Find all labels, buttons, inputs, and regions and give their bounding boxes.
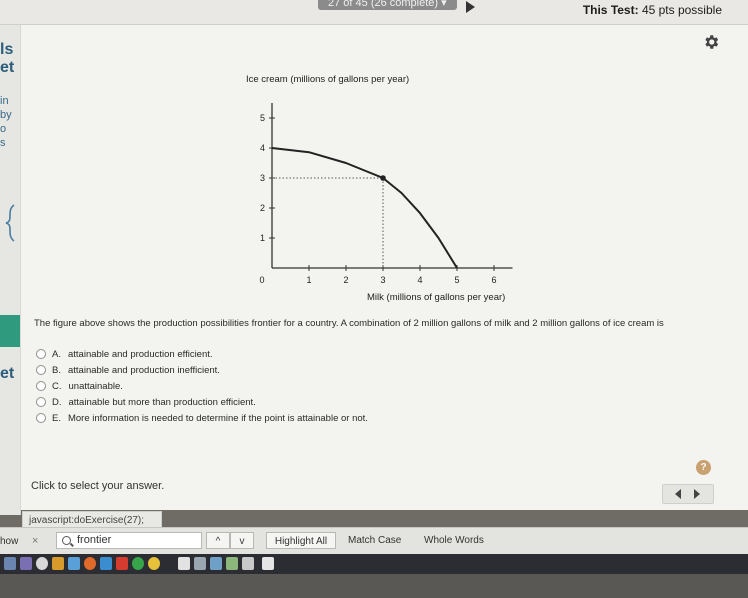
taskbar-app-icon[interactable]	[116, 557, 128, 570]
ppf-chart: Ice cream (millions of gallons per year)…	[246, 74, 513, 303]
choice-e[interactable]: E. More information is needed to determi…	[36, 410, 368, 426]
choice-text: unattainable.	[68, 380, 123, 392]
taskbar-app-icon[interactable]	[20, 557, 32, 570]
choice-c[interactable]: C. unattainable.	[36, 378, 368, 394]
x-tick-label: 5	[454, 275, 459, 285]
radio-button[interactable]	[36, 397, 46, 407]
question-progress-dropdown[interactable]: 27 of 45 (26 complete) ▾	[318, 0, 457, 10]
ppf-curve	[271, 147, 458, 269]
choice-d[interactable]: D. attainable but more than production e…	[36, 394, 368, 410]
choice-text: attainable and production efficient.	[67, 348, 213, 360]
sidebar-fragment: o	[0, 123, 7, 135]
find-bar: how × frontier ^ v Highlight All Match C…	[0, 527, 748, 554]
choice-letter: E.	[52, 412, 61, 424]
y-tick-label: 4	[260, 143, 265, 153]
radio-button[interactable]	[36, 413, 46, 423]
close-find-icon[interactable]: ×	[32, 535, 38, 547]
taskbar-app-icon[interactable]	[100, 557, 112, 570]
answer-hint: Click to select your answer.	[31, 480, 165, 492]
radio-button[interactable]	[36, 349, 46, 359]
test-label: This Test:	[582, 3, 639, 17]
sidebar-fragment: s	[0, 137, 6, 149]
left-sidebar-fragment: ls et in by o s et	[0, 25, 21, 515]
choice-text: More information is needed to determine …	[67, 412, 368, 424]
question-pager	[662, 484, 714, 504]
x-tick-label: 4	[417, 275, 422, 285]
curly-brace-icon	[5, 204, 15, 242]
answer-choices: A. attainable and production efficient. …	[36, 346, 368, 426]
x-tick-label: 1	[306, 275, 311, 285]
y-tick-label: 5	[260, 113, 265, 123]
x-tick-label: 6	[491, 275, 496, 285]
y-tick-label: 3	[260, 173, 265, 183]
taskbar-app-icon[interactable]	[84, 557, 96, 570]
gear-icon[interactable]	[702, 33, 720, 51]
taskbar-app-icon[interactable]	[262, 557, 274, 570]
sidebar-fragment: ls	[0, 41, 14, 58]
choice-letter: C.	[52, 380, 62, 392]
desk-surface	[0, 574, 748, 598]
choice-letter: A.	[52, 348, 61, 360]
x-tick-label: 0	[259, 275, 264, 285]
radio-button[interactable]	[36, 365, 46, 375]
find-next-button[interactable]: v	[230, 532, 254, 549]
taskbar-app-icon[interactable]	[4, 557, 16, 570]
x-tick-label: 2	[343, 275, 348, 285]
taskbar-app-icon[interactable]	[242, 557, 254, 570]
question-progress-text: 27 of 45 (26 complete)	[328, 0, 439, 9]
taskbar-app-icon[interactable]	[226, 557, 238, 570]
find-previous-button[interactable]: ^	[206, 532, 230, 549]
sidebar-fragment: in	[0, 95, 9, 107]
sidebar-active-marker	[0, 315, 20, 347]
match-case-toggle[interactable]: Match Case	[348, 532, 401, 549]
help-button[interactable]: ?	[696, 460, 711, 475]
taskbar-app-icon[interactable]	[132, 557, 144, 570]
choice-text: attainable and production inefficient.	[67, 364, 220, 376]
y-tick-label: 2	[260, 203, 265, 213]
previous-arrow-icon[interactable]	[675, 489, 681, 499]
find-query: frontier	[77, 534, 112, 546]
test-score: This Test: 45 pts possible	[583, 3, 722, 17]
sidebar-fragment: et	[0, 59, 15, 76]
next-question-icon[interactable]	[466, 1, 475, 13]
question-text: The figure above shows the production po…	[34, 318, 664, 329]
choice-letter: D.	[52, 396, 62, 408]
radio-button[interactable]	[36, 381, 46, 391]
taskbar-app-icon[interactable]	[148, 557, 160, 570]
x-tick-label: 3	[380, 275, 385, 285]
test-points: 45 pts possible	[641, 3, 722, 17]
top-bar: 27 of 45 (26 complete) ▾ This Test: 45 p…	[0, 0, 748, 25]
taskbar	[0, 554, 748, 574]
y-axis-label: Ice cream (millions of gallons per year)	[246, 74, 409, 85]
choice-a[interactable]: A. attainable and production efficient.	[36, 346, 368, 362]
sidebar-fragment: by	[0, 109, 12, 121]
sidebar-fragment: et	[0, 365, 15, 382]
highlighted-point	[380, 175, 386, 181]
choice-text: attainable but more than production effi…	[68, 396, 256, 408]
whole-words-toggle[interactable]: Whole Words	[424, 532, 484, 549]
taskbar-app-icon[interactable]	[36, 557, 48, 570]
next-arrow-icon[interactable]	[694, 489, 700, 499]
taskbar-app-icon[interactable]	[178, 557, 190, 570]
taskbar-app-icon[interactable]	[68, 557, 80, 570]
choice-letter: B.	[52, 364, 61, 376]
find-bar-fragment: how	[0, 536, 19, 547]
taskbar-app-icon[interactable]	[210, 557, 222, 570]
highlight-all-button[interactable]: Highlight All	[266, 532, 336, 549]
choice-b[interactable]: B. attainable and production inefficient…	[36, 362, 368, 378]
taskbar-app-icon[interactable]	[52, 557, 64, 570]
x-axis-label: Milk (millions of gallons per year)	[367, 292, 505, 303]
find-input[interactable]: frontier	[56, 532, 202, 549]
y-tick-label: 1	[260, 233, 265, 243]
taskbar-app-icon[interactable]	[194, 557, 206, 570]
search-icon	[62, 536, 71, 545]
